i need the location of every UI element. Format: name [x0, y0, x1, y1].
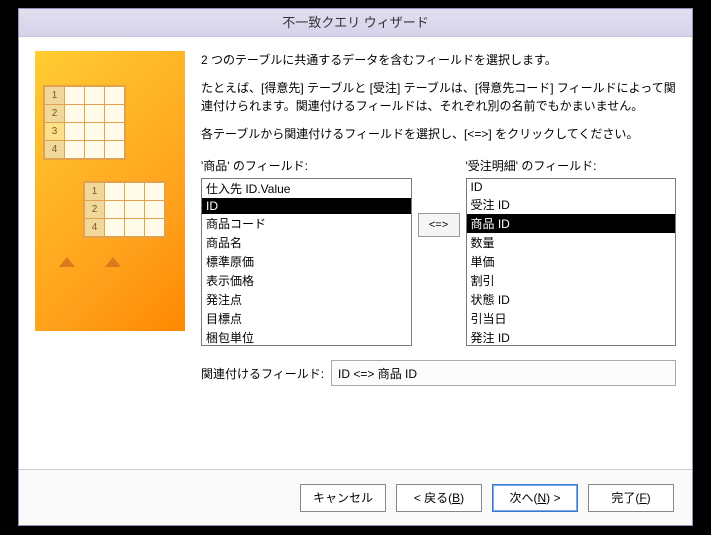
- list-item[interactable]: ID: [202, 198, 411, 214]
- list-item[interactable]: 商品コード: [202, 214, 411, 233]
- list-item[interactable]: 商品 ID: [467, 214, 676, 233]
- instructions: 2 つのテーブルに共通するデータを含むフィールドを選択します。 たとえば、[得意…: [201, 51, 676, 143]
- finish-button[interactable]: 完了(F): [588, 484, 674, 512]
- list-item[interactable]: 単価: [467, 252, 676, 271]
- list-item[interactable]: 割引: [467, 271, 676, 290]
- list-item[interactable]: 状態 ID: [467, 290, 676, 309]
- list-item[interactable]: 発注 ID: [467, 328, 676, 346]
- list-item[interactable]: 梱包単位: [202, 328, 411, 346]
- cancel-button[interactable]: キャンセル: [300, 484, 386, 512]
- list-item[interactable]: 受注 ID: [467, 195, 676, 214]
- list-item[interactable]: 商品名: [202, 233, 411, 252]
- instruction-line-2: たとえば、[得意先] テーブルと [受注] テーブルは、[得意先コード] フィー…: [201, 79, 676, 115]
- instruction-line-1: 2 つのテーブルに共通するデータを含むフィールドを選択します。: [201, 51, 676, 69]
- list-item[interactable]: 引当日: [467, 309, 676, 328]
- dialog-footer: キャンセル < 戻る(B) 次へ(N) > 完了(F): [19, 469, 692, 525]
- next-button[interactable]: 次へ(N) >: [492, 484, 578, 512]
- list-item[interactable]: 表示価格: [202, 271, 411, 290]
- back-button[interactable]: < 戻る(B): [396, 484, 482, 512]
- list-item[interactable]: ID: [467, 179, 676, 195]
- right-fields-listbox[interactable]: ID受注 ID商品 ID数量単価割引状態 ID引当日発注 ID: [466, 178, 677, 346]
- matching-label: 関連付けるフィールド:: [201, 365, 331, 382]
- wizard-illustration: 1 2 3 4 1 2 4: [35, 51, 185, 331]
- list-item[interactable]: 標準原価: [202, 252, 411, 271]
- right-list-label: '受注明細' のフィールド:: [466, 157, 677, 174]
- dialog-body: 1 2 3 4 1 2 4 2 つのテーブルに共通するデータを含むフィールドを選…: [19, 37, 692, 394]
- list-item[interactable]: 発注点: [202, 290, 411, 309]
- list-item[interactable]: 仕入先 ID.Value: [202, 179, 411, 198]
- matching-value: ID <=> 商品 ID: [331, 360, 676, 386]
- left-list-label: '商品' のフィールド:: [201, 157, 412, 174]
- match-button[interactable]: <=>: [418, 213, 460, 237]
- list-item[interactable]: 数量: [467, 233, 676, 252]
- wizard-dialog: 不一致クエリ ウィザード 1 2 3 4 1 2 4 2 つのテーブルに共通する…: [18, 8, 693, 526]
- dialog-title: 不一致クエリ ウィザード: [19, 9, 692, 37]
- instruction-line-3: 各テーブルから関連付けるフィールドを選択し、[<=>] をクリックしてください。: [201, 125, 676, 143]
- left-fields-listbox[interactable]: 仕入先 ID.ValueID商品コード商品名標準原価表示価格発注点目標点梱包単位: [201, 178, 412, 346]
- list-item[interactable]: 目標点: [202, 309, 411, 328]
- wizard-content: 2 つのテーブルに共通するデータを含むフィールドを選択します。 たとえば、[得意…: [201, 51, 676, 386]
